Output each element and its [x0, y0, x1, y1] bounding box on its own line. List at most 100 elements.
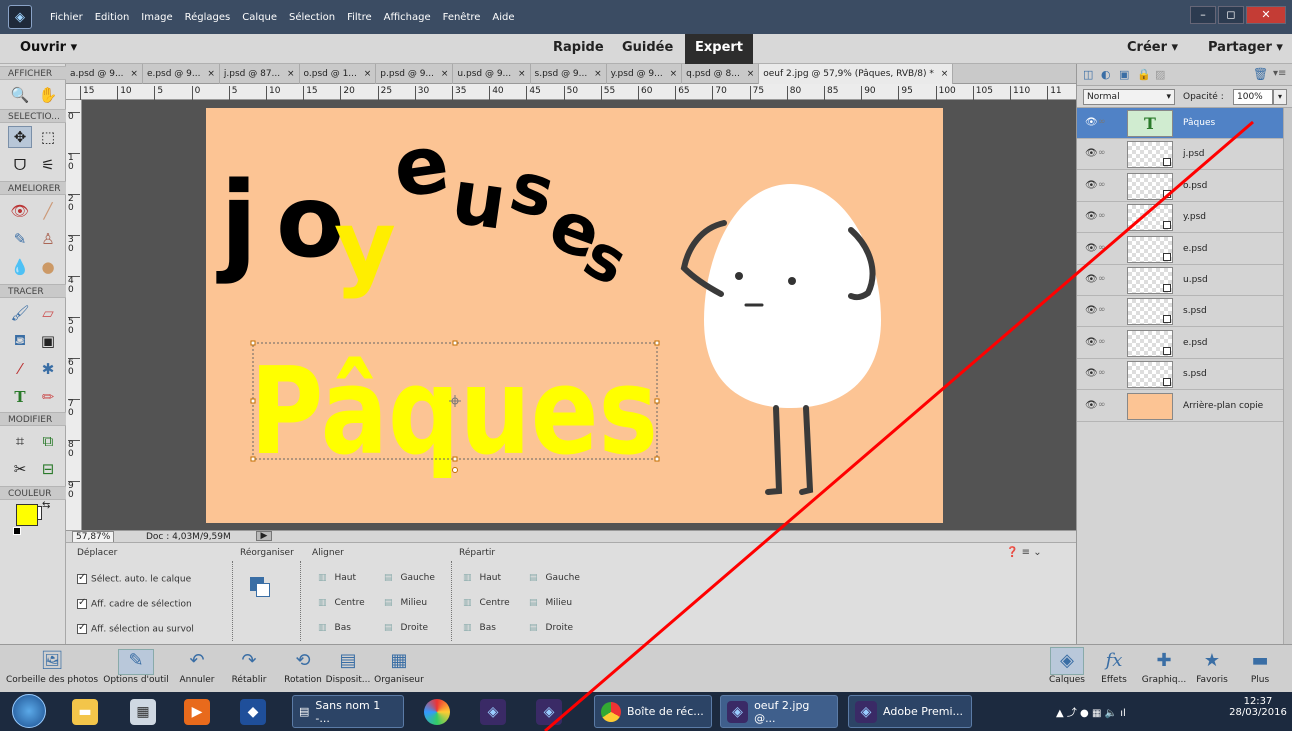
magic-wand-icon[interactable]: ⚟ [36, 154, 60, 176]
document-tab[interactable]: p.psd @ 9... × [376, 64, 454, 84]
visibility-eye-icon[interactable]: 👁 [1085, 117, 1098, 128]
layers-panel-button[interactable]: ◈ Calques [1046, 645, 1088, 686]
rotate-handle[interactable] [452, 467, 458, 473]
align-center-button[interactable]: ▥ Centre [318, 598, 365, 608]
close-tab-icon[interactable]: × [128, 69, 138, 79]
taskbar-explorer[interactable]: ▬ [72, 695, 98, 728]
foreground-color-swatch[interactable] [16, 504, 38, 526]
undo-button[interactable]: ↶ Annuler [174, 645, 220, 686]
close-tab-icon[interactable]: × [591, 69, 602, 79]
visibility-eye-icon[interactable]: 👁 [1085, 243, 1098, 254]
align-top-button[interactable]: ▥ Haut [318, 573, 356, 583]
mode-guidee[interactable]: Guidée [622, 40, 673, 55]
auto-select-layer-checkbox[interactable]: Sélect. auto. le calque [77, 572, 191, 585]
distribute-top-button[interactable]: ▥ Haut [463, 573, 501, 583]
close-tab-icon[interactable]: × [361, 69, 372, 79]
taskbar-window-pse[interactable]: ◈ oeuf 2.jpg @... [720, 695, 838, 728]
default-colors-icon[interactable] [13, 527, 21, 535]
visibility-eye-icon[interactable]: 👁 [1085, 274, 1098, 285]
tray-icons[interactable]: ▲ ⤴ ● ▦ 🔈 ıl [1056, 704, 1126, 719]
redo-button[interactable]: ↷ Rétablir [226, 645, 272, 686]
panel-menu-icon[interactable]: ▾≡ [1273, 68, 1286, 79]
status-menu-arrow[interactable]: ▶ [256, 531, 272, 541]
crop-icon[interactable]: ⌗ [8, 430, 32, 452]
link-icon[interactable]: ∞ [1098, 337, 1106, 347]
document-tab[interactable]: e.psd @ 9... × [143, 64, 220, 84]
align-right-button[interactable]: ▤ Droite [384, 623, 428, 633]
menu-item-5[interactable]: Sélection [283, 12, 341, 23]
lock-transparency-icon[interactable]: ▨ [1155, 68, 1165, 81]
minimize-button[interactable]: – [1190, 6, 1216, 24]
menu-item-1[interactable]: Edition [89, 12, 136, 23]
handle-bl[interactable] [250, 456, 256, 462]
handle-tr[interactable] [654, 340, 660, 346]
recompose-icon[interactable]: ⧉ [36, 430, 60, 452]
menu-item-3[interactable]: Réglages [179, 12, 237, 23]
menu-item-8[interactable]: Fenêtre [437, 12, 487, 23]
link-icon[interactable]: ∞ [1098, 117, 1106, 127]
show-bounding-box-checkbox[interactable]: Aff. cadre de sélection [77, 597, 192, 610]
layers-scrollbar[interactable] [1283, 108, 1292, 644]
image-canvas[interactable]: j o y e u s e s Pâques [206, 108, 943, 523]
clock[interactable]: 12:37 28/03/2016 [1228, 696, 1288, 718]
layer-row[interactable]: 👁 ∞ s.psd [1077, 359, 1283, 391]
align-bottom-button[interactable]: ▥ Bas [318, 623, 351, 633]
gradient-icon[interactable]: ▣ [36, 330, 60, 352]
close-tab-icon[interactable]: × [204, 69, 215, 79]
document-tab[interactable]: o.psd @ 1... × [300, 64, 377, 84]
swap-colors-icon[interactable]: ⇆ [42, 500, 50, 511]
document-tab[interactable]: j.psd @ 87... × [220, 64, 300, 84]
link-icon[interactable]: ∞ [1098, 305, 1106, 315]
layer-row[interactable]: 👁 ∞ e.psd [1077, 233, 1283, 265]
visibility-eye-icon[interactable]: 👁 [1085, 180, 1098, 191]
close-tab-icon[interactable]: × [515, 69, 526, 79]
create-button[interactable]: Créer ▾ [1127, 40, 1178, 55]
taskbar-window-premiere[interactable]: ◈ Adobe Premi... [848, 695, 972, 728]
content-aware-move-icon[interactable]: ✂ [8, 458, 32, 480]
close-tab-icon[interactable]: × [284, 69, 295, 79]
align-left-button[interactable]: ▤ Gauche [384, 573, 435, 583]
document-tab[interactable]: oeuf 2.jpg @ 57,9% (Pâques, RVB/8) * × [759, 64, 954, 84]
opacity-dropdown[interactable]: ▾ [1273, 89, 1287, 105]
document-tab[interactable]: q.psd @ 8... × [682, 64, 760, 84]
link-icon[interactable]: ∞ [1098, 148, 1106, 158]
close-tab-icon[interactable]: × [438, 69, 449, 79]
taskbar-pse-2[interactable]: ◈ [536, 695, 562, 728]
effects-button[interactable]: fx Effets [1094, 645, 1134, 686]
zoom-icon[interactable]: 🔍 [8, 84, 32, 106]
taskbar-calculator[interactable]: ▦ [130, 695, 156, 728]
layer-row[interactable]: 👁 ∞ j.psd [1077, 139, 1283, 171]
eraser-icon[interactable]: ▱ [36, 302, 60, 324]
options-help-icon[interactable]: ❓ ≡ ⌄ [1006, 547, 1042, 558]
mode-rapide[interactable]: Rapide [553, 40, 604, 55]
handle-bc[interactable] [452, 456, 458, 462]
straighten-icon[interactable]: ⊟ [36, 458, 60, 480]
hand-icon[interactable]: ✋ [36, 84, 60, 106]
visibility-eye-icon[interactable]: 👁 [1085, 337, 1098, 348]
taskbar-window-1[interactable]: ▤ Sans nom 1 -... [292, 695, 404, 728]
distribute-right-button[interactable]: ▤ Droite [529, 623, 573, 633]
layer-row[interactable]: 👁 ∞ o.psd [1077, 170, 1283, 202]
document-tab[interactable]: u.psd @ 9... × [453, 64, 531, 84]
handle-br[interactable] [654, 456, 660, 462]
open-button[interactable]: Ouvrir ▾ [20, 40, 77, 55]
document-tab[interactable]: s.psd @ 9... × [531, 64, 607, 84]
red-eye-icon[interactable]: 👁 [8, 200, 32, 222]
layer-row[interactable]: 👁 ∞ y.psd [1077, 202, 1283, 234]
marquee-icon[interactable]: ⬚ [36, 126, 60, 148]
document-tab[interactable]: a.psd @ 9... × [66, 64, 143, 84]
spot-healing-icon[interactable]: ╱ [36, 200, 60, 222]
taskbar-app-book[interactable]: ◆ [240, 695, 266, 728]
link-icon[interactable]: ∞ [1098, 180, 1106, 190]
close-tab-icon[interactable]: × [744, 69, 755, 79]
handle-tl[interactable] [250, 340, 256, 346]
link-icon[interactable]: ∞ [1098, 400, 1106, 410]
menu-item-4[interactable]: Calque [236, 12, 283, 23]
fill-adjustment-icon[interactable]: ◐ [1101, 68, 1111, 81]
close-tab-icon[interactable]: × [938, 69, 949, 79]
distribute-left-button[interactable]: ▤ Gauche [529, 573, 580, 583]
menu-item-7[interactable]: Affichage [378, 12, 437, 23]
custom-shape-icon[interactable]: ✱ [36, 358, 60, 380]
lasso-icon[interactable]: ᗜ [8, 154, 32, 176]
new-layer-icon[interactable]: ◫ [1083, 68, 1093, 81]
